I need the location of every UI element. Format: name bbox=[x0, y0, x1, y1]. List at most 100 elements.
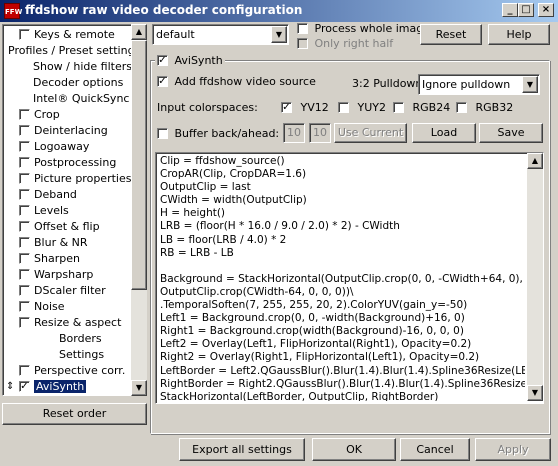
avisynth-enable-checkbox[interactable]: ✓ bbox=[157, 54, 168, 66]
colorspaces-label: Input colorspaces: bbox=[157, 101, 258, 114]
tree-item[interactable]: Offset & flip bbox=[19, 219, 100, 235]
tree-item[interactable]: Decoder options bbox=[33, 75, 123, 91]
tree-item-checkbox[interactable] bbox=[19, 124, 30, 136]
tree-item-checkbox[interactable] bbox=[19, 252, 30, 264]
tree-item-checkbox[interactable] bbox=[19, 172, 30, 184]
cancel-button[interactable]: Cancel bbox=[400, 438, 470, 461]
tree-item[interactable]: Picture properties bbox=[19, 171, 131, 187]
maximize-button[interactable]: □ bbox=[518, 3, 534, 17]
tree-item[interactable]: Resize & aspect bbox=[19, 315, 121, 331]
help-button[interactable]: Help bbox=[488, 24, 550, 45]
colorspace-yv12-label: YV12 bbox=[300, 101, 329, 114]
reset-order-button[interactable]: Reset order bbox=[2, 403, 147, 425]
process-whole-image-checkbox[interactable] bbox=[297, 22, 308, 34]
tree-item-label: Noise bbox=[34, 300, 65, 313]
title-bar[interactable]: FFW ffdshow raw video decoder configurat… bbox=[0, 0, 558, 22]
tree-item[interactable]: Blur & NR bbox=[19, 235, 88, 251]
drag-handle-icon[interactable]: ⇕ bbox=[6, 379, 14, 395]
preset-combo[interactable]: default ▼ bbox=[152, 24, 289, 45]
tree-item[interactable]: Warpsharp bbox=[19, 267, 93, 283]
tree-item[interactable]: Settings bbox=[59, 347, 104, 363]
tree-item-label: Offset & flip bbox=[34, 220, 100, 233]
script-scroll-up-icon[interactable]: ▲ bbox=[527, 153, 543, 169]
pulldown-dropdown-icon[interactable]: ▼ bbox=[522, 76, 538, 93]
tree-item-checkbox[interactable] bbox=[19, 188, 30, 200]
tree-item[interactable]: Postprocessing bbox=[19, 155, 116, 171]
scroll-down-arrow-icon[interactable]: ▼ bbox=[131, 380, 147, 396]
tree-item[interactable]: Show / hide filters bbox=[33, 59, 132, 75]
colorspace-rgb32-checkbox[interactable] bbox=[456, 101, 467, 113]
script-scrollbar[interactable]: ▲ ▼ bbox=[527, 153, 543, 401]
add-source-checkbox[interactable]: ✓ bbox=[157, 75, 168, 87]
script-editor[interactable]: Clip = ffdshow_source() CropAR(Clip, Crop… bbox=[155, 152, 544, 404]
tree-item-label: Keys & remote bbox=[34, 28, 115, 41]
tree-item[interactable]: Deinterlacing bbox=[19, 123, 108, 139]
tree-item[interactable]: Noise bbox=[19, 299, 65, 315]
buffer-back-field[interactable]: 10 bbox=[283, 123, 305, 143]
buffer-option[interactable]: Buffer back/ahead: bbox=[157, 127, 279, 140]
tree-item-checkbox[interactable] bbox=[19, 156, 30, 168]
reset-button[interactable]: Reset bbox=[420, 24, 482, 45]
apply-button[interactable]: Apply bbox=[475, 438, 551, 461]
tree-item-checkbox[interactable] bbox=[19, 140, 30, 152]
process-whole-image-option[interactable]: Process whole image bbox=[297, 22, 430, 35]
avisynth-enable-option[interactable]: ✓ AviSynth bbox=[155, 54, 225, 67]
tree-item[interactable]: ⇕ ✓ AviSynth bbox=[6, 379, 87, 395]
preset-dropdown-icon[interactable]: ▼ bbox=[271, 26, 287, 43]
save-button[interactable]: Save bbox=[479, 123, 543, 143]
load-button[interactable]: Load bbox=[412, 123, 476, 143]
use-current-button[interactable]: Use Current bbox=[334, 123, 407, 143]
tree-item[interactable]: Visualizations bbox=[19, 395, 109, 396]
colorspace-rgb24-option[interactable]: RGB24 bbox=[393, 101, 450, 114]
add-source-option[interactable]: ✓ Add ffdshow video source bbox=[157, 75, 316, 88]
only-right-half-checkbox[interactable] bbox=[297, 37, 308, 49]
tree-item-checkbox[interactable]: ✓ bbox=[19, 380, 30, 392]
add-source-label: Add ffdshow video source bbox=[174, 75, 316, 88]
only-right-half-option[interactable]: Only right half bbox=[297, 37, 393, 50]
colorspace-rgb24-checkbox[interactable] bbox=[393, 101, 404, 113]
tree-item-checkbox[interactable] bbox=[19, 316, 30, 328]
tree-item-label: Deband bbox=[34, 188, 77, 201]
tree-item-checkbox[interactable] bbox=[19, 268, 30, 280]
tree-item-label: AviSynth bbox=[34, 380, 87, 393]
tree-scrollbar[interactable]: ▲ ▼ bbox=[131, 24, 147, 396]
tree-item-checkbox[interactable] bbox=[19, 204, 30, 216]
colorspace-yuy2-option[interactable]: YUY2 bbox=[338, 101, 386, 114]
colorspace-yv12-option[interactable]: ✓ YV12 bbox=[281, 101, 329, 114]
colorspace-rgb32-option[interactable]: RGB32 bbox=[456, 101, 513, 114]
tree-item-checkbox[interactable] bbox=[19, 300, 30, 312]
script-text[interactable]: Clip = ffdshow_source() CropAR(Clip, Crop… bbox=[160, 155, 525, 401]
colorspace-yuy2-checkbox[interactable] bbox=[338, 101, 349, 113]
buffer-ahead-field[interactable]: 10 bbox=[309, 123, 331, 143]
tree-item[interactable]: Profiles / Preset settings bbox=[8, 43, 140, 59]
tree-item[interactable]: Perspective corr. bbox=[19, 363, 125, 379]
script-line bbox=[160, 260, 525, 273]
ok-button[interactable]: OK bbox=[312, 438, 396, 461]
tree-item-checkbox[interactable] bbox=[19, 108, 30, 120]
tree-item[interactable]: Sharpen bbox=[19, 251, 80, 267]
filter-tree[interactable]: Keys & remote Profiles / Preset settings S… bbox=[2, 24, 147, 396]
tree-item[interactable]: DScaler filter bbox=[19, 283, 106, 299]
tree-item-checkbox[interactable] bbox=[19, 284, 30, 296]
scroll-thumb[interactable] bbox=[131, 40, 147, 290]
tree-item-checkbox[interactable] bbox=[19, 236, 30, 248]
tree-item-checkbox[interactable] bbox=[19, 28, 30, 40]
tree-item-checkbox[interactable] bbox=[19, 220, 30, 232]
tree-item[interactable]: Crop bbox=[19, 107, 60, 123]
minimize-button[interactable]: _ bbox=[502, 3, 518, 17]
close-button[interactable]: × bbox=[538, 3, 554, 17]
script-scroll-down-icon[interactable]: ▼ bbox=[527, 385, 543, 401]
scroll-up-arrow-icon[interactable]: ▲ bbox=[131, 24, 147, 40]
colorspace-rgb32-label: RGB32 bbox=[475, 101, 514, 114]
tree-item[interactable]: Logoaway bbox=[19, 139, 89, 155]
tree-item[interactable]: Keys & remote bbox=[19, 27, 115, 43]
tree-item[interactable]: Deband bbox=[19, 187, 77, 203]
export-settings-button[interactable]: Export all settings bbox=[179, 438, 305, 461]
tree-item[interactable]: Borders bbox=[59, 331, 102, 347]
buffer-checkbox[interactable] bbox=[157, 127, 168, 139]
pulldown-combo[interactable]: Ignore pulldown ▼ bbox=[418, 74, 540, 95]
colorspace-yv12-checkbox[interactable]: ✓ bbox=[281, 101, 292, 113]
tree-item[interactable]: Intel® QuickSync bbox=[33, 91, 129, 107]
tree-item-checkbox[interactable] bbox=[19, 364, 30, 376]
tree-item[interactable]: Levels bbox=[19, 203, 69, 219]
